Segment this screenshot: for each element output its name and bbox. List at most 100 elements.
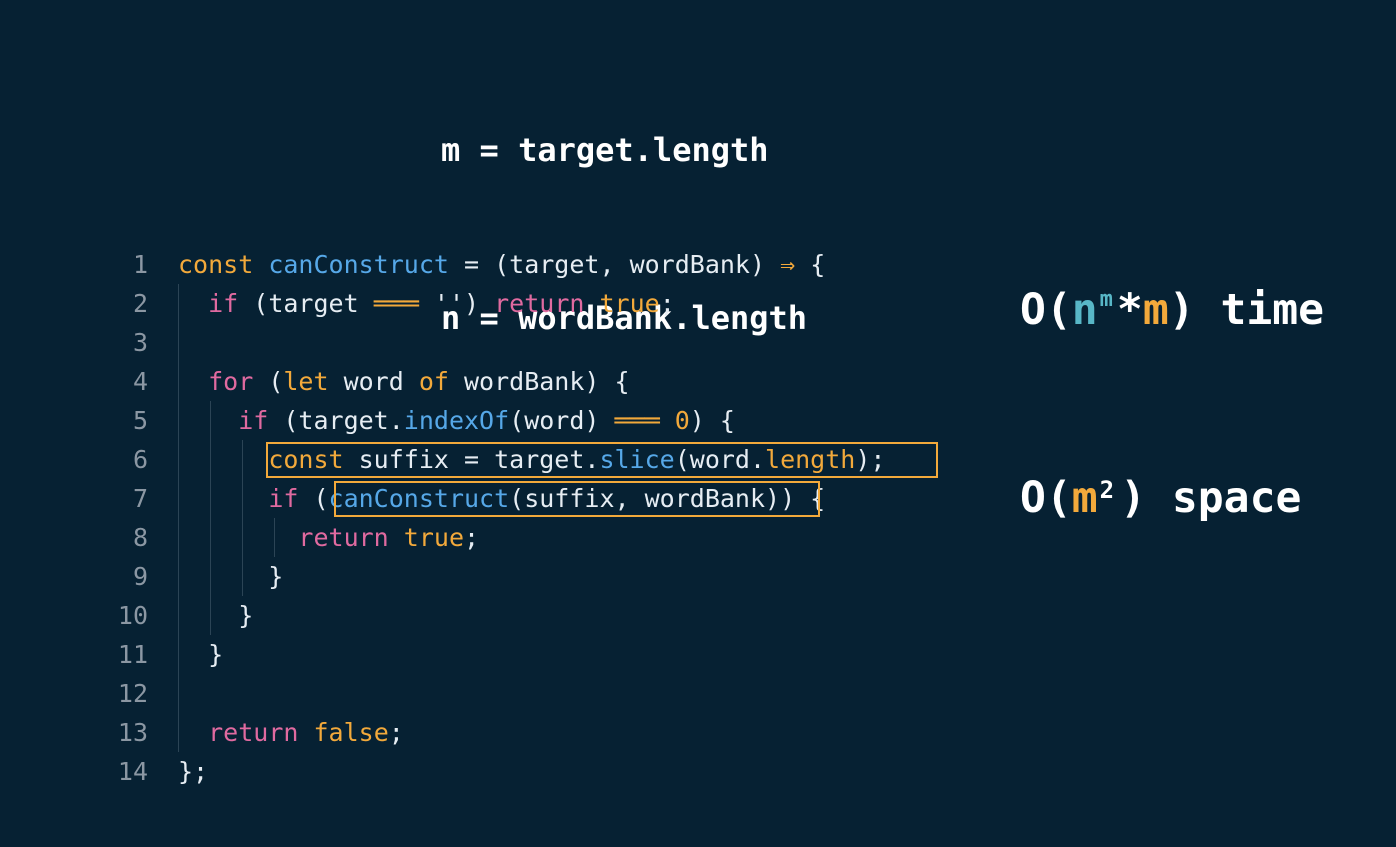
line-number: 9: [132, 562, 148, 591]
code-token: return: [298, 523, 389, 552]
code-text: }: [178, 596, 253, 635]
indent-guide: [274, 518, 275, 557]
complexity-summary: O(nm*m) time O(m2) space: [1020, 160, 1324, 594]
code-line: 12: [100, 674, 1000, 713]
code-line: 8 return true;: [100, 518, 1000, 557]
space-open: O(: [1020, 473, 1072, 523]
line-number: 2: [132, 289, 148, 318]
indent-guide: [178, 284, 179, 752]
code-text: const canConstruct = (target, wordBank) …: [178, 245, 825, 284]
code-token: 0: [674, 406, 690, 435]
code-text: for (let word of wordBank) {: [178, 362, 630, 401]
code-token: ) {: [689, 406, 735, 435]
code-token: return: [494, 289, 585, 318]
code-token: ): [750, 250, 781, 279]
code-line: 4 for (let word of wordBank) {: [100, 362, 1000, 401]
line-number: 1: [132, 250, 148, 279]
code-line: 1 const canConstruct = (target, wordBank)…: [100, 245, 1000, 284]
code-token: }: [178, 640, 224, 669]
highlight-suffix-line: [266, 442, 938, 478]
code-token: '': [418, 289, 465, 318]
code-line: 3: [100, 323, 1000, 362]
code-token: true: [599, 289, 660, 318]
line-number: 10: [117, 601, 148, 630]
code-token: };: [178, 757, 209, 786]
code-line: 9 }: [100, 557, 1000, 596]
code-text: }: [178, 557, 283, 596]
code-token: ;: [464, 523, 480, 552]
code-token: indexOf: [403, 406, 510, 435]
code-token: (: [298, 484, 329, 513]
code-token: }: [178, 601, 254, 630]
code-token: {: [795, 250, 826, 279]
time-open: O(: [1020, 285, 1072, 335]
space-exponent: 2: [1099, 476, 1115, 504]
line-number: 3: [132, 328, 148, 357]
code-token: for: [208, 367, 254, 396]
code-line: 2 if (target ═══ '') return true;: [100, 284, 1000, 323]
line-number: 13: [117, 718, 148, 747]
line-number: 4: [132, 367, 148, 396]
line-number: 12: [117, 679, 148, 708]
code-token: ): [464, 289, 495, 318]
code-token: wordBank: [629, 250, 750, 279]
code-token: }: [178, 562, 284, 591]
code-token: ═══: [614, 406, 660, 435]
line-number: 14: [117, 757, 148, 786]
code-line: 5 if (target.indexOf(word) ═══ 0) {: [100, 401, 1000, 440]
line-number: 7: [132, 484, 148, 513]
code-token: = (: [448, 250, 510, 279]
code-token: canConstruct: [268, 250, 449, 279]
code-token: ,: [599, 250, 630, 279]
line-number: 11: [117, 640, 148, 669]
code-token: ;: [659, 289, 675, 318]
code-text: return false;: [178, 713, 404, 752]
code-token: ;: [388, 718, 404, 747]
code-token: return: [208, 718, 299, 747]
code-text: if (target ═══ '') return true;: [178, 284, 675, 323]
time-multiply: *: [1116, 285, 1143, 335]
time-n: n: [1071, 285, 1098, 335]
indent-guide: [210, 401, 211, 635]
code-token: false: [313, 718, 389, 747]
code-token: true: [403, 523, 465, 552]
code-token: if: [238, 406, 269, 435]
code-text: };: [178, 752, 208, 791]
code-token: wordBank) {: [448, 367, 630, 396]
code-token: target: [509, 250, 600, 279]
code-line: 11 }: [100, 635, 1000, 674]
code-token: ═══: [373, 289, 419, 318]
definition-m: m = target.length: [441, 131, 769, 169]
code-line: 13 return false;: [100, 713, 1000, 752]
space-close: ) space: [1120, 473, 1302, 523]
code-token: (: [238, 289, 269, 318]
code-token: if: [268, 484, 299, 513]
code-token: let: [283, 367, 329, 396]
space-m: m: [1071, 473, 1098, 523]
code-token: (word): [509, 406, 615, 435]
highlight-recursive-call: [334, 481, 820, 517]
indent-guide: [242, 440, 243, 596]
code-token: (target.: [268, 406, 404, 435]
space-complexity: O(m2) space: [1020, 468, 1324, 534]
code-line: 10 }: [100, 596, 1000, 635]
code-text: if (target.indexOf(word) ═══ 0) {: [178, 401, 735, 440]
line-number: 5: [132, 406, 148, 435]
line-number: 6: [132, 445, 148, 474]
code-token: (: [253, 367, 284, 396]
time-exponent: m: [1099, 287, 1113, 312]
code-text: }: [178, 635, 223, 674]
code-token: word: [328, 367, 419, 396]
